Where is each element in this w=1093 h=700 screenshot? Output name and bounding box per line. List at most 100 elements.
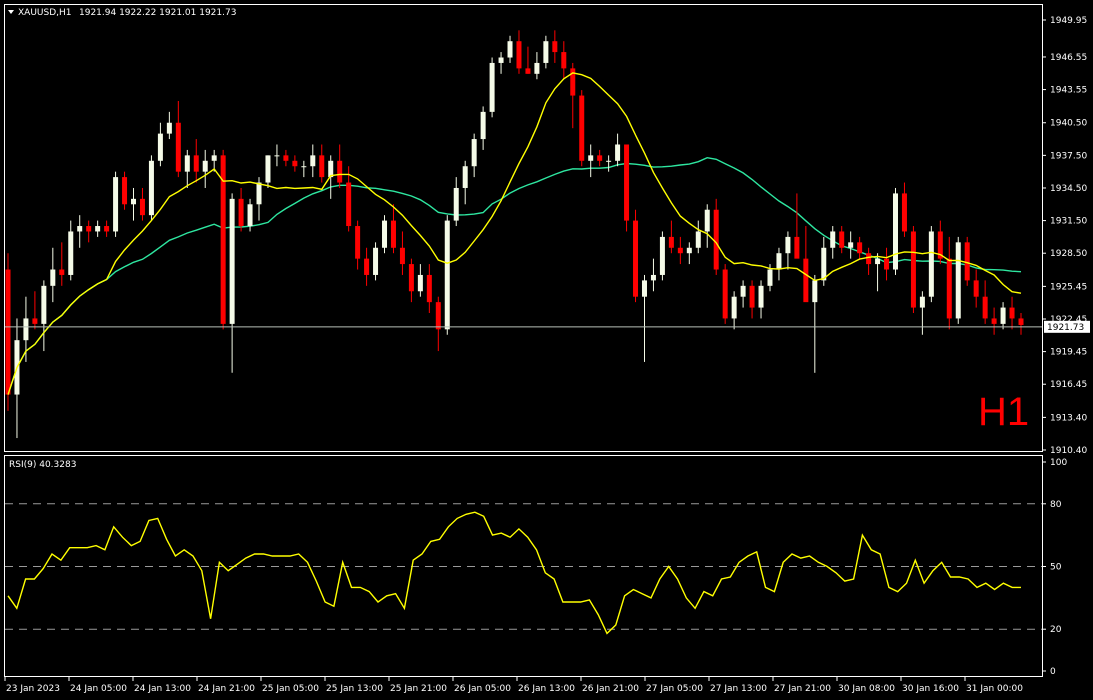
candle — [588, 144, 594, 178]
candle — [973, 269, 979, 308]
candle — [310, 144, 316, 178]
candle — [848, 231, 854, 259]
candle — [561, 41, 567, 80]
candle — [32, 291, 38, 330]
rsi-axis: 100 80 50 20 0 — [5, 458, 1067, 677]
price-tick-label: 1925.45 — [1050, 282, 1087, 292]
candle — [606, 155, 612, 172]
candle — [417, 264, 423, 297]
rsi-line — [7, 511, 1021, 635]
candle — [579, 90, 585, 167]
candle — [641, 274, 647, 362]
candle — [955, 236, 961, 324]
rsi-label: RSI(9) 40.3283 — [9, 460, 76, 470]
candle — [534, 52, 540, 80]
candle — [507, 35, 513, 63]
candle — [166, 111, 172, 140]
time-tick-label: 25 Jan 05:00 — [262, 684, 319, 694]
candle — [937, 220, 943, 265]
candle — [471, 133, 477, 178]
rsi-tick-label: 20 — [1050, 625, 1062, 635]
candle — [875, 253, 881, 292]
current-price-label: 1921.73 — [1047, 323, 1084, 333]
ma-slow-path — [7, 156, 1022, 395]
price-tick-label: 1931.50 — [1050, 217, 1087, 227]
candle — [776, 247, 782, 281]
candle — [175, 100, 181, 178]
candle — [274, 144, 280, 167]
price-tick-label: 1913.40 — [1050, 413, 1087, 423]
time-tick-label: 30 Jan 16:00 — [902, 684, 959, 694]
candle — [1000, 302, 1006, 330]
candle — [480, 106, 486, 150]
candle — [803, 226, 809, 303]
candle — [265, 155, 271, 188]
time-tick-label: 31 Jan 00:00 — [966, 684, 1023, 694]
candle — [453, 177, 459, 227]
time-tick-label: 30 Jan 08:00 — [838, 684, 895, 694]
ma-fast-path — [7, 72, 1022, 395]
candle — [794, 193, 800, 259]
price-tick-label: 1946.55 — [1050, 53, 1087, 63]
candle — [77, 215, 83, 248]
candle — [866, 247, 872, 275]
candle — [901, 182, 907, 237]
candle — [677, 236, 683, 265]
candle — [1018, 313, 1024, 335]
chart-canvas: 1949.95 1946.55 1943.55 1940.50 1937.50 1934.… — [4, 4, 1090, 694]
candle — [104, 220, 110, 237]
candle — [220, 149, 226, 330]
price-axis: 1949.95 1946.55 1943.55 1940.50 1937.50 1934.… — [1042, 16, 1087, 456]
candle — [839, 226, 845, 254]
ohlc-label: 1921.94 1922.22 1921.01 1921.73 — [79, 8, 236, 18]
price-tick-label: 1937.50 — [1050, 151, 1087, 161]
price-tick-label: 1910.40 — [1050, 446, 1087, 456]
candle — [615, 133, 621, 167]
candle — [435, 296, 441, 352]
time-tick-label: 27 Jan 05:00 — [646, 684, 703, 694]
candle — [624, 144, 630, 232]
rsi-path — [7, 511, 1021, 635]
candle — [131, 187, 137, 221]
candles — [5, 30, 1024, 439]
candle — [919, 291, 925, 335]
candle — [337, 144, 343, 188]
candle — [884, 247, 890, 281]
candle — [301, 160, 307, 178]
time-tick-label: 26 Jan 13:00 — [518, 684, 575, 694]
candle — [892, 187, 898, 275]
candle — [50, 247, 56, 303]
candle — [704, 204, 710, 248]
candle — [462, 160, 468, 205]
price-tick-label: 1943.55 — [1050, 86, 1087, 96]
price-tick-label: 1934.50 — [1050, 184, 1087, 194]
candle — [157, 122, 163, 167]
candle — [857, 236, 863, 259]
candle — [910, 226, 916, 314]
candle — [202, 149, 208, 188]
candle — [319, 144, 325, 183]
candle — [238, 187, 244, 232]
time-tick-label: 24 Jan 13:00 — [134, 684, 191, 694]
candle — [991, 307, 997, 335]
candle — [812, 274, 818, 373]
candle — [41, 280, 47, 352]
candle — [489, 57, 495, 118]
candle — [364, 247, 370, 286]
candle — [659, 231, 665, 281]
candle — [229, 193, 235, 373]
candle — [695, 220, 701, 254]
candle — [543, 35, 549, 69]
candle — [193, 139, 199, 183]
symbol-menu-icon[interactable] — [8, 10, 14, 14]
candle — [749, 280, 755, 319]
candle — [982, 280, 988, 324]
candle — [552, 30, 558, 63]
time-tick-label: 26 Jan 21:00 — [582, 684, 639, 694]
candle — [668, 220, 674, 254]
candle — [1009, 296, 1015, 330]
time-tick-label: 25 Jan 21:00 — [390, 684, 447, 694]
candle — [686, 242, 692, 265]
candle — [184, 149, 190, 188]
candle — [292, 155, 298, 172]
